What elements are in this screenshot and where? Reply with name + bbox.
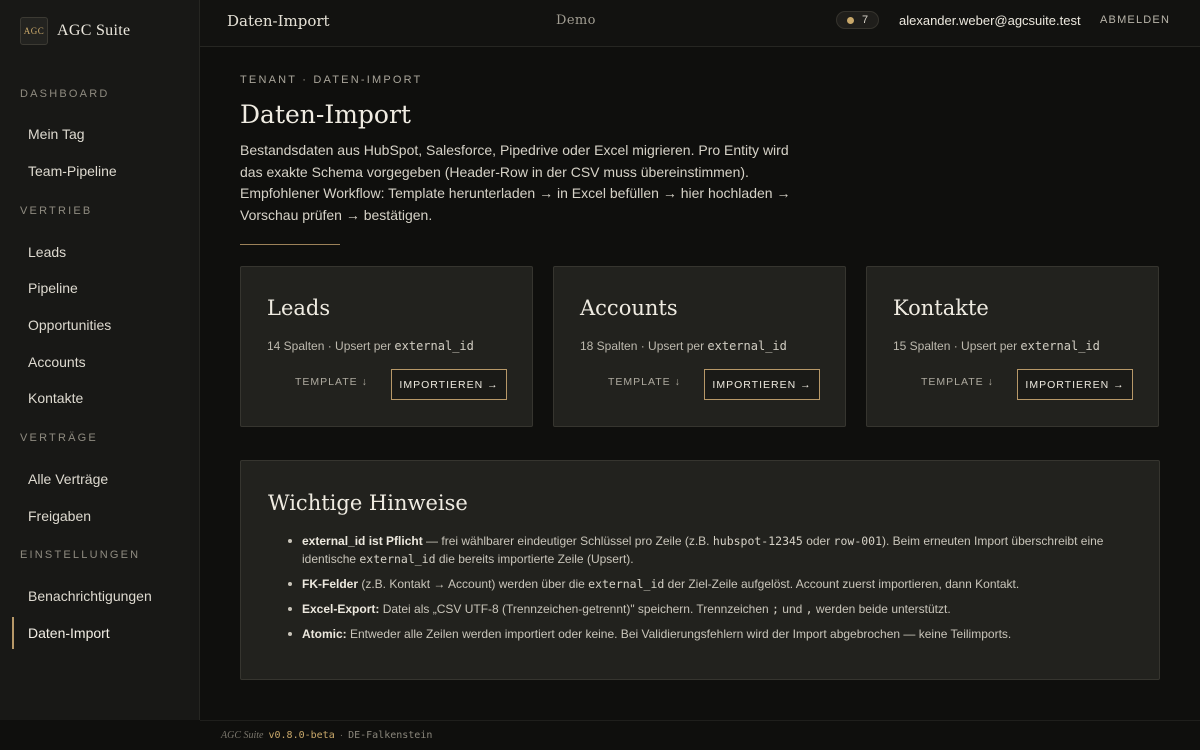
sidebar-item-opportunities[interactable]: Opportunities xyxy=(12,309,188,341)
template-download-button[interactable]: TEMPLATE ↓ xyxy=(295,376,368,388)
footer-separator: · xyxy=(339,730,344,741)
sidebar-item-pipeline[interactable]: Pipeline xyxy=(12,272,188,304)
page-intro: Bestandsdaten aus HubSpot, Salesforce, P… xyxy=(240,142,791,223)
app-name: AGC Suite xyxy=(57,21,131,39)
note-item: Atomic: Entweder alle Zeilen werden impo… xyxy=(286,625,1146,643)
footer-region: DE-Falkenstein xyxy=(348,730,433,741)
sidebar: AGC AGC Suite DASHBOARD Mein Tag Team-Pi… xyxy=(0,0,200,720)
notes-list: external_id ist Pflicht — frei wählbarer… xyxy=(286,532,1146,650)
nav-section-dashboard: DASHBOARD xyxy=(20,88,110,100)
divider xyxy=(240,244,340,245)
import-button[interactable]: IMPORTIEREN → xyxy=(391,369,507,400)
notifications-button[interactable]: 7 xyxy=(836,11,879,29)
template-download-button[interactable]: TEMPLATE ↓ xyxy=(608,376,681,388)
card-title: Kontakte xyxy=(893,296,989,320)
notifications-count: 7 xyxy=(861,14,869,26)
important-notes-panel: Wichtige Hinweise external_id ist Pflich… xyxy=(240,460,1160,680)
topbar-page-title: Daten-Import xyxy=(227,12,330,30)
note-item: Excel-Export: Datei als „CSV UTF-8 (Tren… xyxy=(286,600,1146,618)
sidebar-item-alle-vertraege[interactable]: Alle Verträge xyxy=(12,463,188,495)
import-card-accounts: Accounts 18 Spalten · Upsert per externa… xyxy=(553,266,846,427)
sidebar-item-team-pipeline[interactable]: Team-Pipeline xyxy=(12,155,188,187)
brand[interactable]: AGC AGC Suite xyxy=(20,16,130,45)
user-email: alexander.weber@agcsuite.test xyxy=(899,13,1081,28)
breadcrumb: TENANT · DATEN-IMPORT xyxy=(240,74,423,86)
environment-label: Demo xyxy=(556,13,596,28)
template-download-button[interactable]: TEMPLATE ↓ xyxy=(921,376,994,388)
sidebar-item-accounts[interactable]: Accounts xyxy=(12,346,188,378)
sidebar-item-freigaben[interactable]: Freigaben xyxy=(12,500,188,532)
import-card-leads: Leads 14 Spalten · Upsert per external_i… xyxy=(240,266,533,427)
footer: AGC Suite v0.8.0-beta · DE-Falkenstein xyxy=(200,720,1200,750)
card-title: Leads xyxy=(267,296,331,320)
import-card-kontakte: Kontakte 15 Spalten · Upsert per externa… xyxy=(866,266,1159,427)
page-title: Daten-Import xyxy=(240,100,411,129)
sidebar-item-mein-tag[interactable]: Mein Tag xyxy=(12,118,188,150)
note-item: external_id ist Pflicht — frei wählbarer… xyxy=(286,532,1146,568)
sidebar-item-kontakte[interactable]: Kontakte xyxy=(12,382,188,414)
topbar: Daten-Import Demo 7 alexander.weber@agcs… xyxy=(200,0,1200,47)
notification-dot-icon xyxy=(846,16,854,24)
logout-button[interactable]: ABMELDEN xyxy=(1100,14,1170,26)
sidebar-item-benachrichtigungen[interactable]: Benachrichtigungen xyxy=(12,580,188,612)
import-button[interactable]: IMPORTIEREN → xyxy=(704,369,820,400)
nav-section-einstellungen: EINSTELLUNGEN xyxy=(20,549,141,561)
nav-section-vertraege: VERTRÄGE xyxy=(20,432,98,444)
card-title: Accounts xyxy=(580,296,678,320)
card-meta: 14 Spalten · Upsert per external_id xyxy=(267,339,474,353)
card-meta: 18 Spalten · Upsert per external_id xyxy=(580,339,787,353)
footer-version: v0.8.0-beta xyxy=(268,730,335,741)
notes-title: Wichtige Hinweise xyxy=(268,491,468,515)
sidebar-item-leads[interactable]: Leads xyxy=(12,236,188,268)
app-logo: AGC xyxy=(20,16,48,45)
footer-brand: AGC Suite xyxy=(221,730,264,741)
nav-section-vertrieb: VERTRIEB xyxy=(20,205,93,217)
card-meta: 15 Spalten · Upsert per external_id xyxy=(893,339,1100,353)
sidebar-item-daten-import[interactable]: Daten-Import xyxy=(12,617,188,649)
import-button[interactable]: IMPORTIEREN → xyxy=(1017,369,1133,400)
note-item: FK-Felder (z.B. Kontakt → Account) werde… xyxy=(286,575,1146,593)
